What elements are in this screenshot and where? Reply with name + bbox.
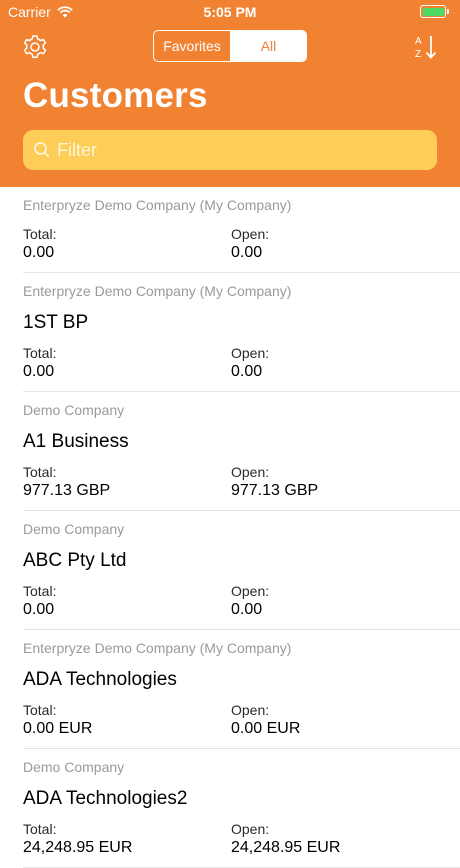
customer-name: ADA Technologies2 xyxy=(23,788,188,809)
svg-text:Z: Z xyxy=(415,49,421,60)
total-value: 977.13 GBP xyxy=(23,482,111,499)
customer-name: ABC Pty Ltd xyxy=(23,550,127,571)
open-label: Open: xyxy=(231,583,270,599)
nav-bar: Favorites All A Z xyxy=(0,30,460,64)
open-label: Open: xyxy=(231,464,270,480)
segment-favorites[interactable]: Favorites xyxy=(154,31,231,61)
company-label: Demo Company xyxy=(23,759,125,775)
battery-icon xyxy=(420,5,449,18)
total-label: Total: xyxy=(23,226,57,242)
totals-row: Total: 0.00 EUR Open: 0.00 EUR xyxy=(23,696,460,748)
customer-name: 1ST BP xyxy=(23,312,89,333)
total-label: Total: xyxy=(23,821,57,837)
search-icon xyxy=(34,142,50,158)
company-label: Demo Company xyxy=(23,402,125,418)
status-bar: Carrier 5:05 PM xyxy=(0,0,460,24)
total-label: Total: xyxy=(23,583,57,599)
segmented-control: Favorites All xyxy=(153,30,307,62)
page-title: Customers xyxy=(23,76,208,115)
filter-input[interactable]: Filter xyxy=(23,130,437,170)
filter-placeholder: Filter xyxy=(57,139,97,160)
open-value: 0.00 xyxy=(231,244,263,261)
total-label: Total: xyxy=(23,702,57,718)
total-value: 0.00 EUR xyxy=(23,720,93,737)
total-value: 0.00 xyxy=(23,601,55,618)
gear-icon[interactable] xyxy=(22,34,48,60)
total-label: Total: xyxy=(23,464,57,480)
open-value: 24,248.95 EUR xyxy=(231,839,341,856)
customer-list: Enterpryze Demo Company (My Company) Tot… xyxy=(0,187,460,868)
sort-az-icon[interactable]: A Z xyxy=(414,33,438,61)
totals-row: Total: 977.13 GBP Open: 977.13 GBP xyxy=(23,458,460,510)
total-value: 0.00 xyxy=(23,363,55,380)
company-label: Enterpryze Demo Company (My Company) xyxy=(23,283,292,299)
open-value: 0.00 xyxy=(231,601,263,618)
customer-row[interactable]: Demo Company ADA Technologies2 Total: 24… xyxy=(23,749,460,868)
segment-all[interactable]: All xyxy=(231,31,306,61)
customer-name: ADA Technologies xyxy=(23,669,177,690)
totals-row: Total: 0.00 Open: 0.00 xyxy=(23,220,460,272)
company-label: Enterpryze Demo Company (My Company) xyxy=(23,197,292,213)
totals-row: Total: 24,248.95 EUR Open: 24,248.95 EUR xyxy=(23,815,460,867)
totals-row: Total: 0.00 Open: 0.00 xyxy=(23,339,460,391)
svg-text:A: A xyxy=(415,36,422,47)
total-value: 0.00 xyxy=(23,244,55,261)
total-value: 24,248.95 EUR xyxy=(23,839,133,856)
company-label: Demo Company xyxy=(23,521,125,537)
customer-row[interactable]: Demo Company ABC Pty Ltd Total: 0.00 Ope… xyxy=(23,511,460,630)
status-time: 5:05 PM xyxy=(203,4,257,20)
open-value: 977.13 GBP xyxy=(231,482,319,499)
open-label: Open: xyxy=(231,821,270,837)
customer-row[interactable]: Enterpryze Demo Company (My Company) Tot… xyxy=(23,187,460,273)
customer-row[interactable]: Enterpryze Demo Company (My Company) ADA… xyxy=(23,630,460,749)
open-value: 0.00 EUR xyxy=(231,720,301,737)
total-label: Total: xyxy=(23,345,57,361)
company-label: Enterpryze Demo Company (My Company) xyxy=(23,640,292,656)
customer-name: A1 Business xyxy=(23,431,129,452)
open-label: Open: xyxy=(231,345,270,361)
customer-row[interactable]: Demo Company A1 Business Total: 977.13 G… xyxy=(23,392,460,511)
open-label: Open: xyxy=(231,226,270,242)
totals-row: Total: 0.00 Open: 0.00 xyxy=(23,577,460,629)
header: Carrier 5:05 PM Favorites All A Z Custom… xyxy=(0,0,460,187)
customer-row[interactable]: Enterpryze Demo Company (My Company) 1ST… xyxy=(23,273,460,392)
open-value: 0.00 xyxy=(231,363,263,380)
open-label: Open: xyxy=(231,702,270,718)
